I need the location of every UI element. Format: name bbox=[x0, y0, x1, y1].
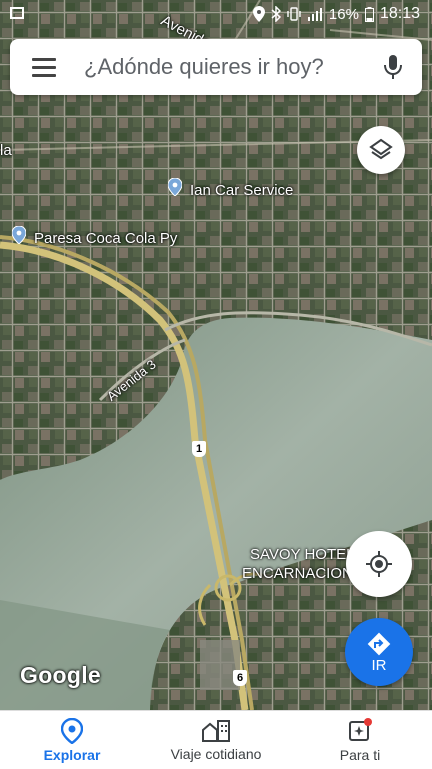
vibrate-icon bbox=[287, 7, 301, 21]
directions-go-button[interactable]: IR bbox=[345, 618, 413, 686]
search-bar[interactable]: ¿Adónde quieres ir hoy? bbox=[10, 39, 422, 95]
tab-explorar-label: Explorar bbox=[43, 746, 101, 763]
commute-icon bbox=[202, 719, 230, 742]
explore-pin-icon bbox=[61, 717, 83, 744]
clock: 18:13 bbox=[379, 5, 420, 22]
my-location-button[interactable] bbox=[346, 531, 412, 597]
crosshair-icon bbox=[366, 551, 392, 577]
for-you-icon bbox=[349, 717, 372, 741]
signal-icon bbox=[307, 8, 322, 21]
tab-para-ti[interactable]: Para ti bbox=[288, 711, 432, 769]
google-logo: Google bbox=[20, 662, 102, 688]
place-label-savoy-line1[interactable]: SAVOY HOTEL bbox=[250, 546, 354, 563]
search-input[interactable]: ¿Adónde quieres ir hoy? bbox=[84, 54, 382, 80]
route-shield-6: 6 bbox=[233, 670, 247, 686]
place-pin-icon[interactable] bbox=[168, 178, 182, 196]
go-label: IR bbox=[371, 656, 387, 674]
tab-explorar[interactable]: Explorar bbox=[0, 711, 144, 769]
place-label-ian-car-service[interactable]: Ian Car Service bbox=[190, 182, 293, 199]
directions-icon bbox=[367, 632, 391, 655]
place-pin-icon[interactable] bbox=[12, 226, 26, 244]
place-label-paresa[interactable]: Paresa Coca Cola Py bbox=[34, 230, 177, 247]
tab-viaje-cotidiano[interactable]: Viaje cotidiano bbox=[144, 711, 288, 769]
layers-icon bbox=[369, 138, 393, 160]
tab-viaje-cotidiano-label: Viaje cotidiano bbox=[170, 745, 262, 762]
battery-percent: 16% bbox=[328, 5, 359, 23]
place-label-savoy-line2[interactable]: ENCARNACION bbox=[242, 565, 353, 582]
map-view[interactable]: Avenida Victor la Ian Car Service Paresa… bbox=[0, 0, 432, 710]
map-label-la: la bbox=[0, 142, 12, 159]
image-notification-icon bbox=[10, 7, 24, 19]
layers-button[interactable] bbox=[357, 126, 405, 174]
battery-icon bbox=[364, 6, 374, 22]
satellite-map[interactable] bbox=[0, 0, 432, 710]
bluetooth-icon bbox=[271, 6, 281, 22]
bottom-navigation: Explorar Viaje cotidiano Para ti bbox=[0, 710, 432, 769]
location-icon bbox=[252, 6, 265, 22]
notification-dot bbox=[364, 717, 372, 726]
route-shield-1: 1 bbox=[192, 441, 206, 457]
menu-icon[interactable] bbox=[32, 57, 56, 77]
microphone-icon[interactable] bbox=[382, 51, 404, 83]
tab-para-ti-label: Para ti bbox=[339, 746, 381, 763]
status-bar: 16% 18:13 bbox=[0, 0, 432, 28]
